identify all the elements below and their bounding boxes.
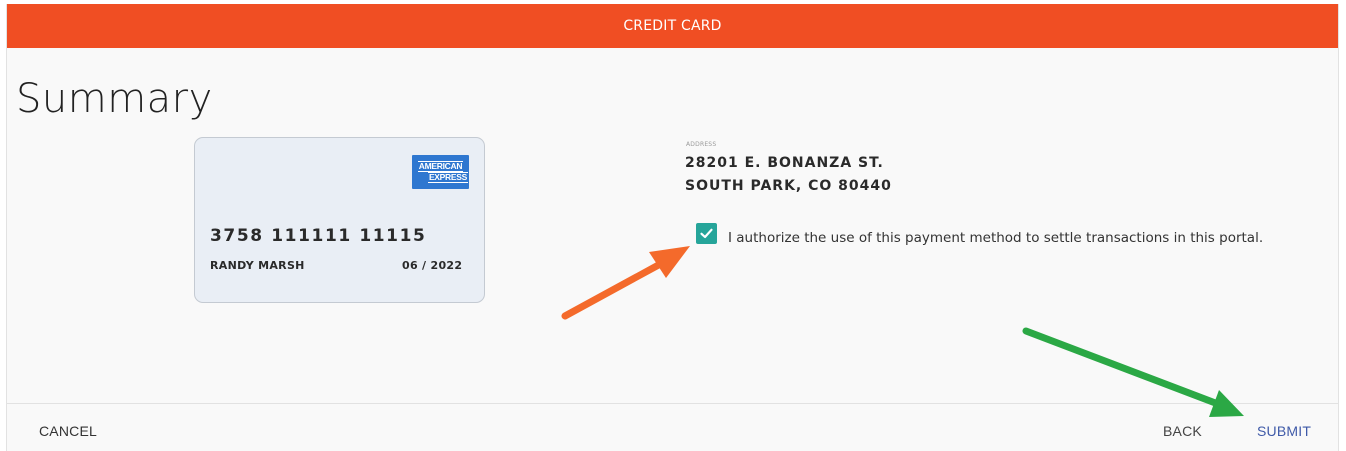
header-title: CREDIT CARD — [623, 18, 722, 34]
footer-divider — [7, 403, 1338, 404]
authorize-checkbox[interactable] — [696, 223, 717, 244]
card-number: 3758 111111 11115 — [210, 226, 427, 246]
address-line1: 28201 E. BONANZA ST. — [685, 155, 884, 171]
amex-logo-icon: AMERICAN EXPRESS — [412, 155, 469, 189]
card-holder-name: RANDY MARSH — [210, 259, 305, 272]
card-brand-line1: AMERICAN — [417, 161, 464, 172]
dialog-header: CREDIT CARD — [7, 4, 1338, 48]
authorize-label[interactable]: I authorize the use of this payment meth… — [728, 230, 1263, 246]
credit-card-dialog: CREDIT CARD Summary AMERICAN EXPRESS 375… — [6, 4, 1339, 451]
back-button[interactable]: BACK — [1163, 423, 1202, 439]
card-expiry: 06 / 2022 — [402, 259, 463, 272]
cancel-button[interactable]: CANCEL — [39, 423, 97, 439]
address-line2: SOUTH PARK, CO 80440 — [685, 178, 892, 194]
checkmark-icon — [700, 228, 713, 239]
submit-button[interactable]: SUBMIT — [1257, 423, 1311, 439]
credit-card-preview: AMERICAN EXPRESS 3758 111111 11115 RANDY… — [194, 137, 485, 303]
card-brand-line2: EXPRESS — [427, 172, 468, 183]
address-label: ADDRESS — [686, 141, 717, 148]
page-title: Summary — [16, 76, 213, 122]
